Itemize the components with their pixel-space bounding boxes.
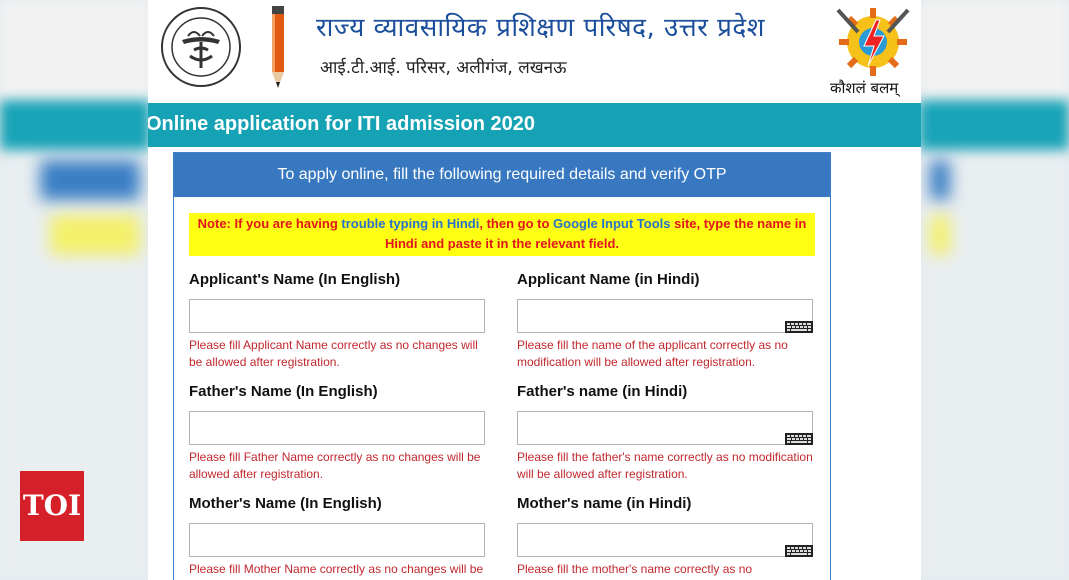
field-label: Mother's Name (In English) (189, 495, 382, 512)
field-label: Father's name (in Hindi) (517, 383, 688, 400)
backdrop-blob (930, 215, 950, 255)
father-name-english-group: Father's Name (In English) Please fill F… (189, 383, 489, 483)
hindi-typing-note: Note: If you are having trouble typing i… (189, 213, 815, 256)
field-label: Applicant Name (in Hindi) (517, 271, 700, 288)
hindi-council-title: राज्य व्यावसायिक प्रशिक्षण परिषद, उत्तर … (316, 13, 765, 43)
page-title: Online application for ITI admission 202… (148, 113, 535, 135)
backdrop-right (919, 0, 1069, 580)
field-label: Father's Name (In English) (189, 383, 378, 400)
page-banner: Online application for ITI admission 202… (148, 103, 921, 147)
field-help-text: Please fill the father's name correctly … (517, 450, 813, 481)
backdrop-blob (40, 160, 140, 200)
father-name-hindi-input[interactable] (517, 411, 813, 445)
field-help-text: Please fill the name of the applicant co… (517, 338, 788, 369)
google-input-tools-link[interactable]: Google Input Tools (553, 216, 670, 231)
applicant-name-hindi-group: Applicant Name (in Hindi) Please fill th… (517, 271, 817, 371)
father-name-hindi-group: Father's name (in Hindi) Please fill the… (517, 383, 817, 483)
trouble-typing-link[interactable]: trouble typing in Hindi (341, 216, 479, 231)
note-text: Note: If you are having (197, 216, 342, 231)
form-instructions-heading: To apply online, fill the following requ… (174, 153, 830, 197)
site-header: राज्य व्यावसायिक प्रशिक्षण परिषद, उत्तर … (148, 0, 921, 103)
backdrop-blob (50, 215, 140, 255)
applicant-name-english-group: Applicant's Name (In English) Please fil… (189, 271, 489, 371)
mother-name-english-input[interactable] (189, 523, 485, 557)
applicant-name-english-input[interactable] (189, 299, 485, 333)
application-page: राज्य व्यावसायिक प्रशिक्षण परिषद, उत्तर … (148, 0, 921, 580)
pencil-icon (272, 6, 284, 88)
backdrop-blob (930, 160, 950, 200)
field-help-text: Please fill Father Name correctly as no … (189, 450, 481, 481)
mother-name-hindi-input[interactable] (517, 523, 813, 557)
toi-logo: TOI (20, 471, 84, 541)
father-name-english-input[interactable] (189, 411, 485, 445)
virtual-keyboard-icon[interactable] (785, 545, 813, 557)
skill-mission-logo-icon (836, 8, 910, 76)
field-help-text: Please fill the mother's name correctly … (517, 562, 755, 580)
field-help-text: Please fill Applicant Name correctly as … (189, 338, 478, 369)
application-form-panel: To apply online, fill the following requ… (173, 152, 831, 580)
virtual-keyboard-icon[interactable] (785, 321, 813, 333)
applicant-name-hindi-input[interactable] (517, 299, 813, 333)
virtual-keyboard-icon[interactable] (785, 433, 813, 445)
field-help-text: Please fill Mother Name correctly as no … (189, 562, 484, 580)
skill-mission-tagline: कौशलं बलम् (830, 79, 899, 97)
note-text: , then go to (479, 216, 554, 231)
mother-name-english-group: Mother's Name (In English) Please fill M… (189, 495, 489, 580)
hindi-address: आई.टी.आई. परिसर, अलीगंज, लखनऊ (320, 58, 567, 78)
field-label: Mother's name (in Hindi) (517, 495, 692, 512)
field-label: Applicant's Name (In English) (189, 271, 401, 288)
up-government-emblem-icon (161, 7, 241, 87)
mother-name-hindi-group: Mother's name (in Hindi) Please fill the… (517, 495, 817, 580)
